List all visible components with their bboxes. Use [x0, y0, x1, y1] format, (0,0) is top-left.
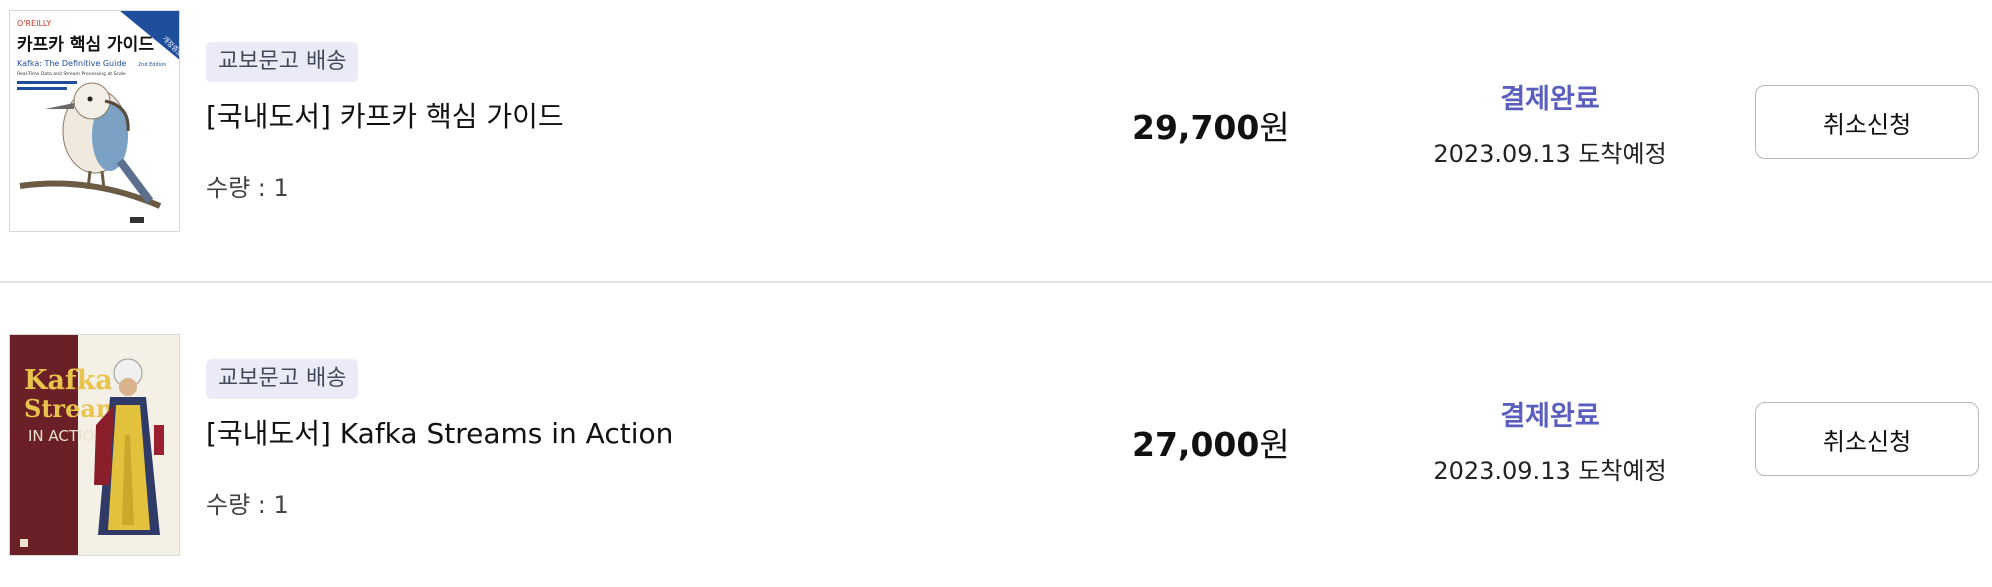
cover-title-en: Kafka: The Definitive Guide [17, 59, 126, 68]
price: 27,000원 [1132, 418, 1290, 466]
arrival-date: 2023.09.13 도착예정 [1433, 140, 1667, 168]
delivery-tag: 교보문고 배송 [206, 359, 359, 399]
book-title-link[interactable]: [국내도서] 카프카 핵심 가이드 [206, 95, 564, 135]
payment-status: 결제완료 [1500, 84, 1600, 115]
cover-title-line1: Kafka [24, 365, 113, 396]
cover-subtitle: Real-Time Data and Stream Processing at … [17, 71, 126, 77]
cover-publisher: O'REILLY [17, 19, 51, 28]
quantity-label: 수량 : 1 [206, 491, 289, 519]
book-title-link[interactable]: [국내도서] Kafka Streams in Action [206, 412, 673, 452]
price-value: 27,000 [1132, 425, 1260, 464]
price-currency: 원 [1259, 425, 1290, 464]
payment-status: 결제완료 [1500, 401, 1600, 432]
book-cover-image[interactable]: Kafka Streams IN ACTION [9, 334, 180, 556]
cover-title-line3: IN ACTION [28, 427, 106, 445]
book-cover-image[interactable]: O'REILLY 카프카 핵심 가이드 Kafka: The Definitiv… [9, 10, 180, 232]
cancel-request-button[interactable]: 취소신청 [1755, 85, 1979, 159]
price: 29,700원 [1132, 101, 1290, 149]
cover-title-ko: 카프카 핵심 가이드 [17, 35, 154, 55]
cover-edition: 2nd Edition [138, 62, 166, 68]
delivery-tag: 교보문고 배송 [206, 42, 359, 82]
price-currency: 원 [1259, 108, 1290, 147]
arrival-date: 2023.09.13 도착예정 [1433, 457, 1667, 485]
order-item: O'REILLY 카프카 핵심 가이드 Kafka: The Definitiv… [0, 0, 1992, 270]
quantity-label: 수량 : 1 [206, 174, 289, 202]
row-divider [0, 281, 1992, 283]
price-value: 29,700 [1132, 108, 1260, 147]
cancel-request-button[interactable]: 취소신청 [1755, 402, 1979, 476]
